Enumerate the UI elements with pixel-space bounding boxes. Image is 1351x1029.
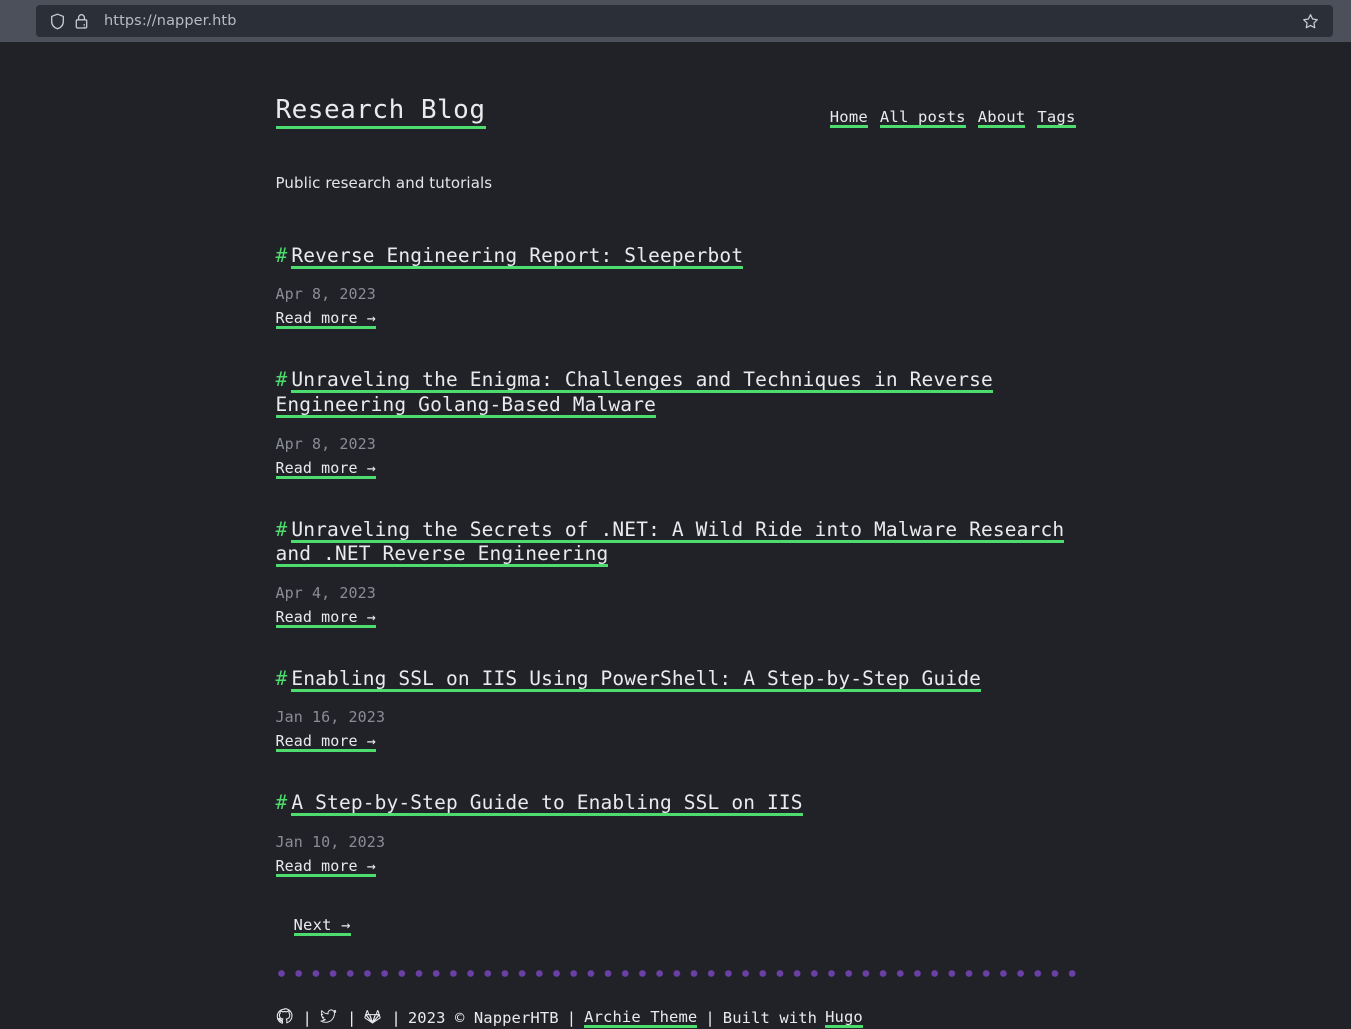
main-nav: Home All posts About Tags bbox=[829, 96, 1076, 128]
post-date: Apr 8, 2023 bbox=[275, 434, 376, 453]
theme-link[interactable]: Archie Theme bbox=[584, 1007, 698, 1028]
post-item: # Unraveling the Secrets of .NET: A Wild … bbox=[275, 517, 1076, 628]
post-title-link[interactable]: Unraveling the Secrets of .NET: A Wild R… bbox=[275, 517, 1065, 568]
site-header: Research Blog Home All posts About Tags bbox=[275, 42, 1076, 129]
content-container: Research Blog Home All posts About Tags … bbox=[275, 42, 1076, 1028]
nav-item-home[interactable]: Home bbox=[829, 108, 868, 128]
read-more-link[interactable]: Read more → bbox=[275, 607, 376, 628]
footer-bar: | | | 2023 © NapperHTB | Archie Theme | … bbox=[276, 977, 1076, 1028]
post-title-line: # A Step-by-Step Guide to Enabling SSL on… bbox=[275, 791, 1076, 817]
hash-marker: # bbox=[275, 368, 288, 392]
footer-separator: | bbox=[302, 1008, 312, 1027]
post-title-link[interactable]: Enabling SSL on IIS Using PowerShell: A … bbox=[291, 666, 982, 692]
post-title-link[interactable]: Reverse Engineering Report: Sleeperbot bbox=[291, 243, 744, 269]
next-page-link[interactable]: Next → bbox=[293, 915, 351, 936]
post-title-line: # Enabling SSL on IIS Using PowerShell: A… bbox=[275, 666, 1076, 692]
page-body: Research Blog Home All posts About Tags … bbox=[0, 42, 1351, 1028]
post-list: # Reverse Engineering Report: Sleeperbot … bbox=[275, 192, 1076, 877]
shield-icon[interactable] bbox=[46, 11, 68, 31]
footer-separator: | bbox=[346, 1008, 357, 1027]
site-title[interactable]: Research Blog bbox=[275, 95, 486, 129]
read-more-link[interactable]: Read more → bbox=[275, 309, 376, 330]
post-title-link[interactable]: Unraveling the Enigma: Challenges and Te… bbox=[275, 368, 993, 419]
read-more-link[interactable]: Read more → bbox=[275, 732, 376, 753]
site-footer: | | | 2023 © NapperHTB | Archie Theme | … bbox=[275, 936, 1076, 1028]
post-item: # Reverse Engineering Report: Sleeperbot … bbox=[275, 243, 1076, 330]
built-with-label: Built with bbox=[722, 1008, 818, 1027]
footer-separator: | bbox=[705, 1008, 715, 1027]
star-icon[interactable] bbox=[1297, 9, 1323, 33]
read-more-link[interactable]: Read more → bbox=[275, 856, 376, 877]
site-tagline: Public research and tutorials bbox=[275, 173, 493, 192]
post-date: Jan 10, 2023 bbox=[275, 832, 386, 851]
hugo-link[interactable]: Hugo bbox=[825, 1007, 863, 1028]
nav-item-tags[interactable]: Tags bbox=[1037, 108, 1076, 128]
nav-item-about[interactable]: About bbox=[977, 108, 1026, 128]
post-date: Jan 16, 2023 bbox=[275, 708, 386, 727]
footer-separator: | bbox=[566, 1008, 577, 1027]
post-title-line: # Unraveling the Secrets of .NET: A Wild … bbox=[275, 517, 1076, 568]
dotted-divider bbox=[275, 969, 1076, 977]
pagination: Next → bbox=[276, 903, 1076, 936]
hash-marker: # bbox=[275, 666, 288, 690]
gitlab-icon[interactable] bbox=[364, 1008, 383, 1027]
post-title-line: # Reverse Engineering Report: Sleeperbot bbox=[275, 243, 1076, 269]
footer-copyright: 2023 © NapperHTB bbox=[407, 1008, 559, 1027]
url-bar[interactable]: https://napper.htb bbox=[36, 5, 1333, 37]
nav-item-all-posts[interactable]: All posts bbox=[879, 108, 966, 128]
footer-separator: | bbox=[391, 1008, 401, 1027]
twitter-icon[interactable] bbox=[320, 1008, 339, 1027]
post-date: Apr 8, 2023 bbox=[275, 285, 376, 304]
hash-marker: # bbox=[275, 517, 288, 541]
post-item: # Unraveling the Enigma: Challenges and T… bbox=[275, 368, 1076, 479]
post-title-line: # Unraveling the Enigma: Challenges and T… bbox=[275, 368, 1076, 419]
post-date: Apr 4, 2023 bbox=[275, 583, 376, 602]
hash-marker: # bbox=[275, 791, 288, 815]
github-icon[interactable] bbox=[276, 1008, 295, 1027]
hash-marker: # bbox=[275, 243, 288, 267]
read-more-link[interactable]: Read more → bbox=[275, 458, 376, 479]
post-item: # Enabling SSL on IIS Using PowerShell: A… bbox=[275, 666, 1076, 753]
post-item: # A Step-by-Step Guide to Enabling SSL on… bbox=[275, 791, 1076, 877]
lock-warning-icon[interactable] bbox=[70, 11, 92, 31]
url-text[interactable]: https://napper.htb bbox=[104, 13, 1297, 29]
post-title-link[interactable]: A Step-by-Step Guide to Enabling SSL on … bbox=[291, 791, 803, 817]
browser-chrome: https://napper.htb bbox=[0, 0, 1351, 42]
